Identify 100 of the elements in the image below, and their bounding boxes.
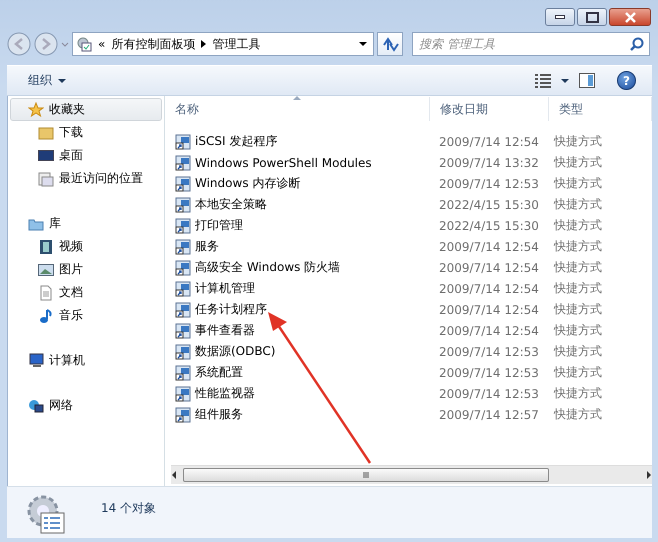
date-cell-text: 2009/7/14 12:54 [438, 302, 540, 316]
shortcut-icon [175, 322, 191, 338]
horizontal-scrollbar[interactable] [171, 465, 652, 484]
sidebar-item[interactable]: 文档 [10, 281, 162, 304]
file-name[interactable]: Windows 内存诊断 [165, 175, 430, 192]
minimize-button[interactable] [545, 8, 575, 26]
maximize-button[interactable] [577, 8, 607, 26]
organize-menu-button[interactable]: 组织 [22, 70, 72, 91]
dropdown-caret-icon[interactable] [359, 42, 367, 46]
type-cell-text: 快捷方式 [552, 301, 603, 318]
shortcut-icon [175, 406, 191, 422]
overflow-chevron[interactable]: « [98, 37, 106, 51]
status-text: 14 个对象 [101, 500, 156, 517]
search-icon[interactable] [630, 37, 644, 51]
gear-checklist-icon [25, 493, 65, 535]
refresh-icon [381, 36, 399, 52]
date-cell-text: 2022/4/15 15:30 [438, 198, 540, 212]
file-name[interactable]: 系统配置 [165, 364, 430, 381]
shortcut-icon [175, 196, 191, 212]
type-cell-text: 快捷方式 [552, 154, 603, 171]
file-name[interactable]: 服务 [165, 238, 430, 255]
star-icon [28, 102, 44, 118]
sidebar-item[interactable]: 最近访问的位置 [10, 167, 162, 190]
breadcrumb[interactable]: 管理工具 [212, 36, 260, 52]
shortcut-icon [175, 344, 191, 360]
network-icon [28, 398, 44, 414]
dropdown-caret-icon [58, 78, 66, 82]
column-header[interactable]: 类型 [549, 97, 652, 121]
sidebar-item[interactable]: 收藏夹 [10, 98, 162, 121]
document-icon [38, 284, 54, 300]
sidebar-item[interactable]: 网络 [10, 394, 162, 417]
sidebar-item[interactable]: 计算机 [10, 349, 162, 372]
sidebar-item[interactable]: 库 [10, 212, 162, 235]
sidebar-item[interactable]: 下载 [10, 121, 162, 144]
shortcut-icon [175, 260, 191, 276]
type-cell-text: 快捷方式 [552, 259, 603, 276]
date-cell-text: 2009/7/14 13:32 [438, 156, 540, 170]
column-header[interactable]: 修改日期 [430, 97, 549, 121]
scroll-left-icon[interactable] [171, 470, 177, 480]
date-cell-text: 2009/7/14 12:53 [438, 176, 540, 190]
preview-pane-icon[interactable] [579, 73, 595, 88]
file-name[interactable]: 数据源(ODBC) [165, 343, 430, 360]
type-cell-text: 快捷方式 [552, 238, 603, 255]
date-cell-text: 2009/7/14 12:57 [438, 408, 540, 422]
file-name[interactable]: 性能监视器 [165, 385, 430, 402]
date-cell-text: 2009/7/14 12:54 [438, 134, 540, 148]
address-bar[interactable]: « 所有控制面板项 管理工具 [72, 32, 374, 56]
refresh-button[interactable] [377, 32, 403, 56]
dropdown-caret-icon[interactable] [561, 78, 569, 82]
shortcut-icon [175, 238, 191, 254]
date-cell-text: 2009/7/14 12:54 [438, 240, 540, 254]
sidebar-item[interactable]: 桌面 [10, 144, 162, 167]
shortcut-icon [175, 218, 191, 234]
recent-places-icon [38, 170, 54, 186]
file-name[interactable]: 高级安全 Windows 防火墙 [165, 259, 430, 276]
breadcrumb[interactable]: 所有控制面板项 [111, 36, 196, 52]
file-name[interactable]: 组件服务 [165, 406, 430, 423]
shortcut-icon [175, 176, 191, 192]
column-header[interactable]: 名称 [165, 97, 430, 121]
type-cell-text: 快捷方式 [552, 133, 603, 150]
type-cell-text: 快捷方式 [552, 196, 603, 213]
file-name[interactable]: 计算机管理 [165, 280, 430, 297]
sidebar-item[interactable]: 图片 [10, 258, 162, 281]
file-name[interactable]: 打印管理 [165, 217, 430, 234]
control-panel-icon [76, 36, 92, 52]
music-note-icon [38, 308, 54, 324]
maximize-icon [586, 12, 598, 22]
type-cell-text: 快捷方式 [552, 322, 603, 339]
scroll-right-icon[interactable] [646, 470, 652, 480]
shortcut-icon [175, 134, 191, 150]
breadcrumb-arrow-icon[interactable] [201, 40, 206, 48]
minimize-icon [555, 15, 565, 19]
file-name[interactable]: Windows PowerShell Modules [165, 154, 430, 170]
shortcut-icon [175, 386, 191, 402]
type-cell-text: 快捷方式 [552, 364, 603, 381]
search-field[interactable]: 搜索 管理工具 [412, 32, 650, 56]
file-name[interactable]: 事件查看器 [165, 322, 430, 339]
shortcut-icon [175, 280, 191, 296]
sidebar-item[interactable]: 音乐 [10, 304, 162, 327]
sort-arrow-icon [293, 96, 301, 100]
file-name[interactable]: iSCSI 发起程序 [165, 133, 430, 150]
type-cell-text: 快捷方式 [552, 217, 603, 234]
folder-icon [38, 124, 54, 140]
scrollbar-thumb[interactable] [183, 468, 549, 482]
date-cell-text: 2009/7/14 12:53 [438, 344, 540, 358]
date-cell-text: 2009/7/14 12:54 [438, 282, 540, 296]
close-button[interactable] [609, 8, 651, 26]
type-cell-text: 快捷方式 [552, 385, 603, 402]
view-list-icon[interactable] [535, 72, 551, 88]
computer-icon [28, 352, 44, 368]
grip-icon [363, 471, 369, 479]
file-name[interactable]: 任务计划程序 [165, 301, 430, 318]
sidebar-item[interactable]: 视频 [10, 235, 162, 258]
file-name[interactable]: 本地安全策略 [165, 196, 430, 213]
close-icon [624, 12, 636, 22]
type-cell-text: 快捷方式 [552, 280, 603, 297]
type-cell-text: 快捷方式 [552, 406, 603, 423]
picture-icon [38, 262, 54, 278]
date-cell-text: 2022/4/15 15:30 [438, 218, 540, 232]
shortcut-icon [175, 302, 191, 318]
